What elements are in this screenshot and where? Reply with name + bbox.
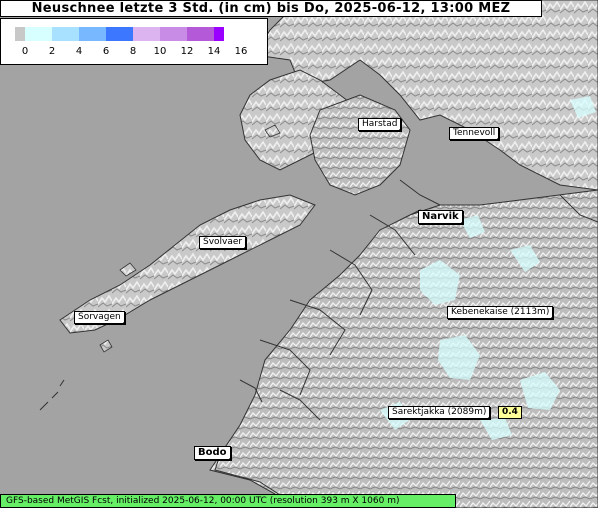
place-label-svolvaer: Svolvaer [199, 236, 248, 250]
legend-tick-label: 4 [75, 46, 83, 57]
legend-tick-label: 8 [129, 46, 137, 57]
legend-tick-label: 16 [234, 46, 248, 57]
legend-tick-label: 6 [102, 46, 110, 57]
legend-swatch [25, 27, 52, 41]
legend-tick-label: 0 [21, 46, 29, 57]
legend-swatch [15, 27, 25, 41]
legend-swatch [52, 27, 79, 41]
place-label-bodo: Bodo [194, 446, 232, 461]
legend-swatch [79, 27, 106, 41]
legend-color-bar [15, 27, 224, 41]
legend-tick-label: 10 [153, 46, 167, 57]
legend-swatch [214, 27, 224, 41]
legend-tick-labels: 0 2 4 6 8 10 12 14 16 [15, 46, 255, 58]
place-label-tennevoll: Tennevoll [449, 127, 501, 141]
place-label-kebenekaise: Kebenekaise (2113m) [447, 306, 555, 320]
legend-swatch [160, 27, 187, 41]
forecast-info-footer: GFS-based MetGIS Fcst, initialized 2025-… [0, 494, 456, 508]
place-label-sarektjakka: Sarektjakka (2089m) [388, 406, 492, 420]
snow-value-badge: 0.4 [498, 406, 522, 419]
place-label-narvik: Narvik [418, 210, 464, 225]
legend-swatch [133, 27, 160, 41]
legend-swatch [106, 27, 133, 41]
legend-tick-label: 12 [180, 46, 194, 57]
place-label-harstad: Harstad [358, 118, 403, 132]
legend-swatch [187, 27, 214, 41]
legend-tick-label: 2 [48, 46, 56, 57]
terrain-map [0, 0, 598, 508]
legend-tick-label: 14 [207, 46, 221, 57]
place-label-sorvagen: Sorvagen [74, 311, 126, 325]
color-legend: 0 2 4 6 8 10 12 14 16 [0, 18, 268, 65]
map-title: Neuschnee letzte 3 Std. (in cm) bis Do, … [0, 0, 542, 17]
